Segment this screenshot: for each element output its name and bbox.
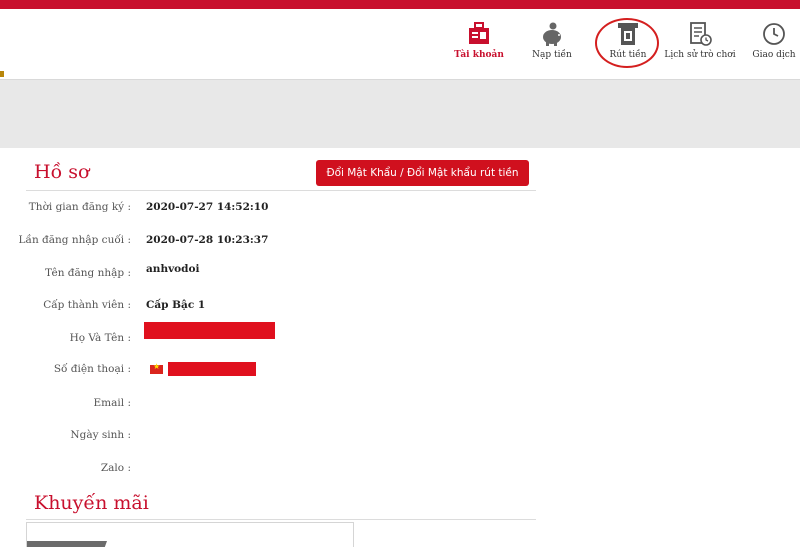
last-login-label: Lần đăng nhập cuối :: [18, 234, 131, 246]
phone-redacted: [168, 362, 256, 376]
nav-label-account: Tài khoản: [454, 50, 504, 60]
logo: [0, 71, 4, 77]
full-name-redacted: [144, 322, 275, 339]
nav-label-deposit: Nạp tiền: [532, 50, 572, 60]
history-document-icon: [690, 22, 712, 46]
last-login-value: 2020-07-28 10:23:37: [146, 234, 269, 246]
row-phone: Số điện thoại :: [26, 362, 536, 383]
nav-label-transactions: Giao dịch: [752, 50, 796, 60]
nav-item-withdraw[interactable]: Rút tiền: [590, 21, 666, 71]
atm-withdraw-icon: [618, 23, 638, 45]
row-registration-time: Thời gian đăng ký : 2020-07-27 14:52:10: [26, 201, 536, 221]
vietnam-flag-icon: [150, 362, 163, 374]
row-last-login: Lần đăng nhập cuối : 2020-07-28 10:23:37: [19, 234, 536, 254]
promotions-divider: [26, 519, 536, 520]
nav-label-withdraw: Rút tiền: [609, 50, 647, 60]
full-name-label: Họ Và Tên :: [69, 332, 131, 344]
row-member-level: Cấp thành viên : Cấp Bậc 1: [26, 299, 536, 319]
registration-time-value: 2020-07-27 14:52:10: [146, 201, 269, 213]
username-value: anhvodoi: [146, 263, 200, 275]
row-email: Email :: [26, 397, 536, 417]
top-accent-bar: [0, 0, 800, 9]
header: Tài khoản Nạp tiền Rút tiền Lịch sử trò …: [0, 9, 800, 80]
change-password-button[interactable]: Đổi Mật Khẩu / Đổi Mật khẩu rút tiền: [316, 160, 529, 186]
email-label: Email :: [93, 397, 131, 409]
account-card-icon: [469, 22, 489, 44]
piggy-bank-icon: [543, 22, 561, 46]
nav-item-deposit[interactable]: Nạp tiền: [514, 21, 590, 71]
username-label: Tên đăng nhập :: [45, 267, 131, 279]
banner-area: [0, 80, 800, 148]
phone-label: Số điện thoại :: [53, 363, 131, 375]
row-zalo: Zalo :: [26, 462, 536, 482]
zalo-label: Zalo :: [100, 462, 131, 474]
member-level-label: Cấp thành viên :: [43, 299, 131, 311]
nav-item-transactions[interactable]: Giao dịch: [736, 21, 800, 71]
row-birthday: Ngày sinh :: [26, 429, 536, 449]
profile-title: Hồ sơ: [34, 161, 90, 183]
promotion-card[interactable]: [26, 522, 354, 547]
birthday-label: Ngày sinh :: [70, 429, 131, 441]
member-level-value: Cấp Bậc 1: [146, 299, 206, 311]
registration-time-label: Thời gian đăng ký :: [28, 201, 131, 213]
row-full-name: Họ Và Tên :: [26, 322, 536, 350]
profile-panel: Hồ sơ Đổi Mật Khẩu / Đổi Mật khẩu rút ti…: [19, 150, 538, 547]
promotion-image: [27, 541, 107, 547]
promotions-title: Khuyến mãi: [34, 492, 149, 514]
nav-item-game-history[interactable]: Lịch sử trò chơi: [662, 21, 738, 71]
profile-divider: [26, 190, 536, 191]
row-username: Tên đăng nhập : anhvodoi: [26, 263, 536, 283]
nav-label-game-history: Lịch sử trò chơi: [664, 50, 736, 60]
clock-icon: [763, 23, 785, 45]
nav-item-account[interactable]: Tài khoản: [441, 21, 517, 71]
